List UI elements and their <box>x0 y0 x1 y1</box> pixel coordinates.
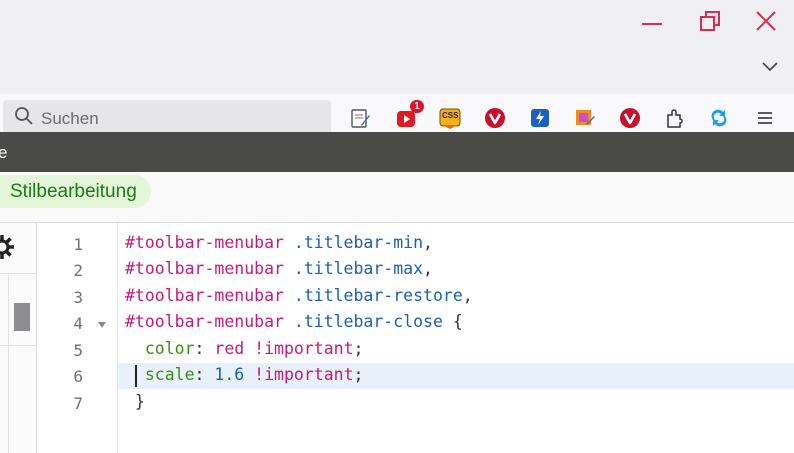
line-number: 4 <box>73 314 83 333</box>
minimize-button[interactable] <box>632 6 672 36</box>
pane-divider <box>0 345 36 346</box>
code-token: .titlebar-close <box>293 312 443 331</box>
search-icon <box>13 105 35 127</box>
notepad-extension-button[interactable] <box>348 106 372 130</box>
code-token: ; <box>353 365 364 384</box>
bolt-extension-button[interactable] <box>528 106 552 130</box>
code-token: #toolbar-menubar <box>125 286 284 305</box>
code-token: : <box>194 339 215 358</box>
nav-toolbar: Suchen 1 CSS <box>0 94 794 132</box>
scrollbar-thumb[interactable] <box>14 303 30 331</box>
pane-divider <box>0 273 36 274</box>
css-extension-label: CSS <box>442 111 459 120</box>
image-edit-extension-icon <box>576 110 595 125</box>
code-token: color <box>125 339 195 358</box>
image-edit-extension-button[interactable] <box>573 106 597 130</box>
code-token: } <box>125 392 145 411</box>
code-token: !important <box>254 339 354 358</box>
code-token: , <box>462 286 473 305</box>
fold-arrow-icon[interactable] <box>97 320 107 330</box>
search-box[interactable]: Suchen <box>3 100 331 132</box>
restore-button[interactable] <box>690 6 730 36</box>
code-line[interactable]: color: red !important; <box>125 339 364 358</box>
code-line[interactable]: #toolbar-menubar .titlebar-min, <box>125 233 433 252</box>
close-icon <box>756 11 776 31</box>
code-line[interactable]: #toolbar-menubar .titlebar-close { <box>125 312 463 331</box>
minimize-icon <box>642 23 662 25</box>
pane-divider-vertical <box>8 275 9 453</box>
vivaldi-extension-button-2[interactable] <box>618 106 642 130</box>
code-token: scale <box>125 365 195 384</box>
sync-button[interactable] <box>707 106 731 130</box>
puzzle-extensions-icon <box>667 109 683 128</box>
sync-icon <box>711 109 727 127</box>
code-token: { <box>442 312 463 331</box>
line-number: 7 <box>73 394 83 413</box>
vivaldi-extension-icon-1 <box>485 108 505 128</box>
vivaldi-extension-button-1[interactable] <box>483 106 507 130</box>
code-token: ; <box>353 339 364 358</box>
css-extension-button[interactable]: CSS <box>438 106 462 130</box>
code-line[interactable]: #toolbar-menubar .titlebar-restore, <box>125 286 473 305</box>
code-token: .titlebar-restore <box>293 286 463 305</box>
code-token: 1.6 <box>214 365 245 384</box>
vivaldi-extension-icon-2 <box>620 108 640 128</box>
code-token: .titlebar-min <box>293 233 424 252</box>
line-number: 3 <box>73 288 83 307</box>
code-token: red <box>214 339 245 358</box>
code-token: , <box>423 259 433 278</box>
search-placeholder: Suchen <box>41 109 99 128</box>
code-token: , <box>423 233 433 252</box>
tab-style-editor[interactable]: Stilbearbeitung <box>0 175 151 208</box>
notification-badge: 1 <box>410 100 424 113</box>
line-number-gutter: 1 2 3 4 5 6 7 <box>37 223 118 453</box>
gear-icon[interactable] <box>0 233 16 261</box>
close-button[interactable] <box>746 6 786 36</box>
code-token: #toolbar-menubar <box>125 233 284 252</box>
code-token: #toolbar-menubar <box>125 259 284 278</box>
line-number: 2 <box>73 261 83 280</box>
extensions-button[interactable] <box>663 106 687 130</box>
code-line[interactable]: #toolbar-menubar .titlebar-max, <box>125 259 433 278</box>
chevron-down-icon <box>762 62 778 72</box>
title-bar <box>0 0 794 94</box>
devtools-title: e <box>0 143 8 162</box>
line-number: 5 <box>73 341 83 360</box>
list-all-tabs-button[interactable] <box>756 56 784 78</box>
main-menu-button[interactable] <box>753 106 777 130</box>
line-number: 1 <box>73 235 83 254</box>
devtools-header: e <box>0 132 794 172</box>
code-editor[interactable]: 1 2 3 4 5 6 7 #toolbar-menubar .titlebar… <box>37 223 794 453</box>
code-token: #toolbar-menubar <box>125 312 284 331</box>
stylesheet-list-pane <box>0 223 37 453</box>
notepad-extension-icon <box>351 109 370 128</box>
devtools-tabs: Stilbearbeitung <box>0 172 794 223</box>
bolt-extension-icon <box>531 109 549 127</box>
line-number: 6 <box>73 367 83 386</box>
menu-icon <box>758 112 772 124</box>
code-token: .titlebar-max <box>293 259 424 278</box>
restore-icon <box>700 11 720 31</box>
code-line[interactable]: scale: 1.6 !important; <box>125 365 364 384</box>
code-token: : <box>194 365 215 384</box>
code-token: !important <box>254 365 354 384</box>
code-line[interactable]: } <box>125 392 145 411</box>
youtube-extension-button[interactable]: 1 <box>394 100 424 130</box>
